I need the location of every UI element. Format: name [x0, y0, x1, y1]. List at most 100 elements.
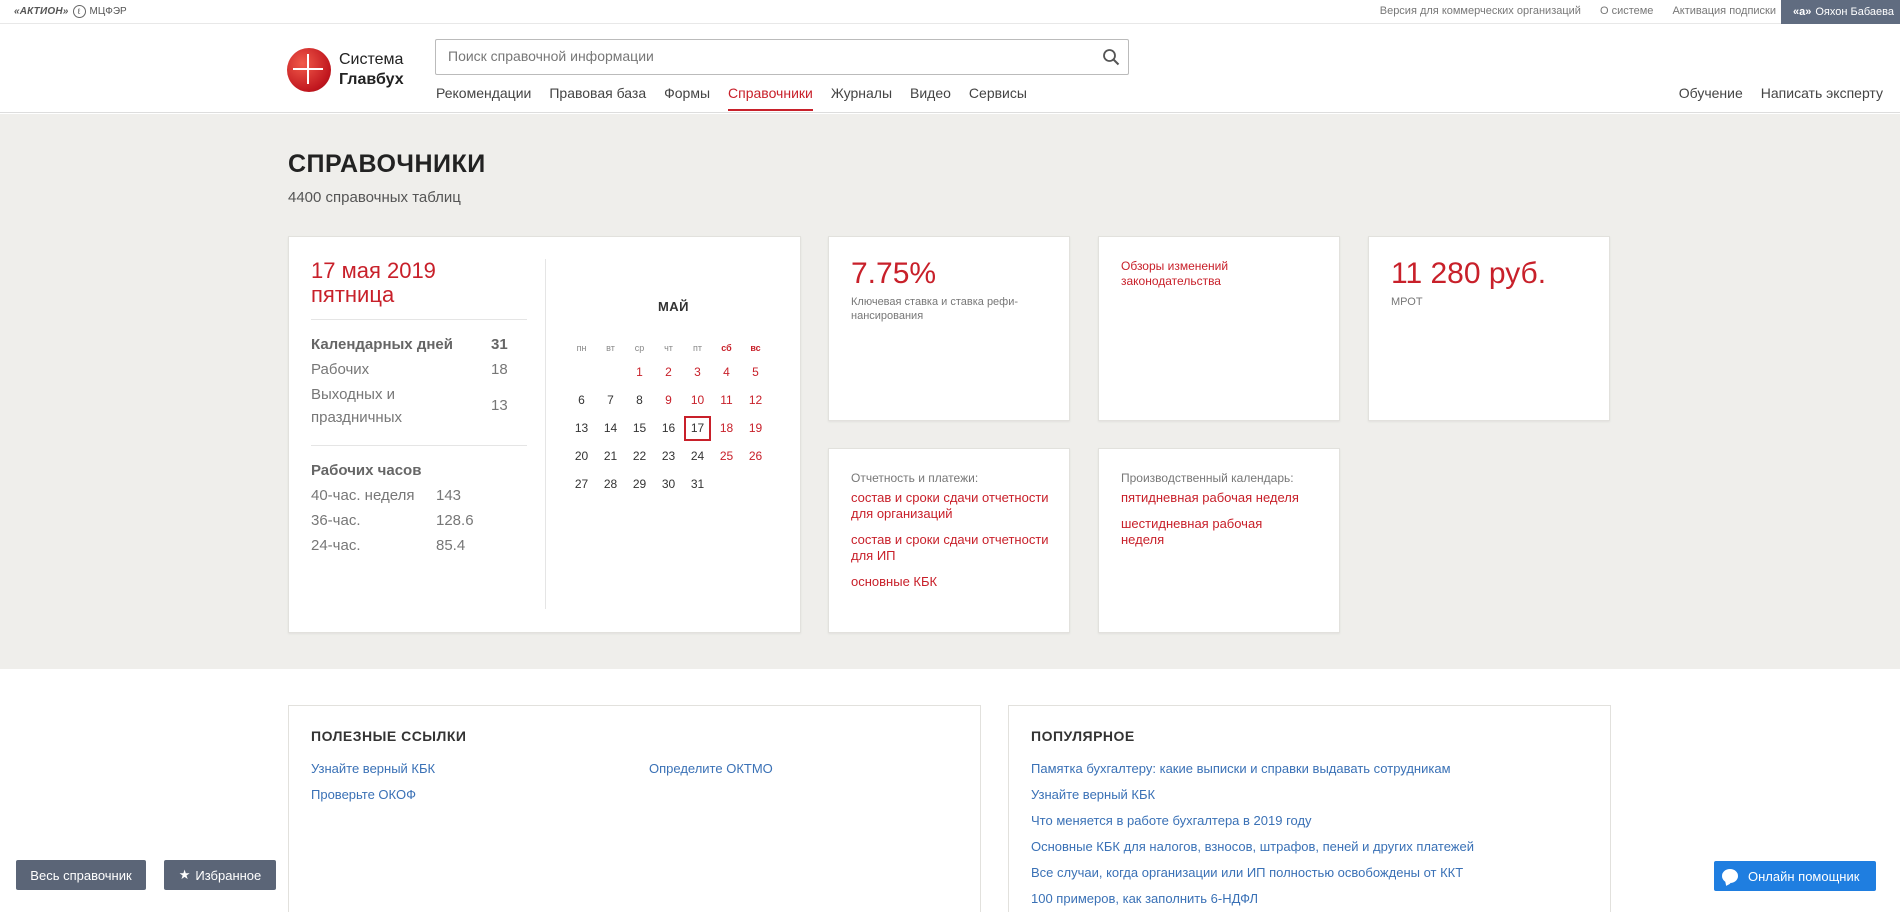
online-assistant-button[interactable]: Онлайн помощник	[1714, 861, 1876, 891]
calendar-day[interactable]: 20	[567, 443, 596, 471]
calendar-day[interactable]: 30	[654, 471, 683, 499]
search-icon[interactable]	[1102, 48, 1120, 66]
aktion-brand[interactable]: «АКТИОН» ℓ МЦФЭР	[14, 5, 127, 18]
calendar-day[interactable]: 26	[741, 443, 770, 471]
calendar-day[interactable]: 15	[625, 415, 654, 443]
hours-value: 128.6	[436, 512, 474, 529]
five-day-week-link[interactable]: пятидневная рабочая неделя	[1121, 490, 1321, 506]
current-date-weekday: пятница	[311, 282, 395, 307]
nav-video[interactable]: Видео	[910, 85, 951, 111]
popular-link[interactable]: 100 примеров, как заполнить 6-НДФЛ	[1031, 886, 1601, 912]
main-kbk-link[interactable]: основные КБК	[851, 574, 1056, 590]
calendar-day[interactable]: 5	[741, 359, 770, 387]
about-system-link[interactable]: О системе	[1600, 5, 1653, 17]
calendar-day[interactable]: 10	[683, 387, 712, 415]
calendar-week: 12345	[567, 359, 770, 387]
law-reviews-link[interactable]: Обзоры изменений законодательства	[1121, 259, 1301, 289]
nav-recommendations[interactable]: Рекомендации	[436, 85, 531, 111]
calendar-day[interactable]: 16	[654, 415, 683, 443]
calendar-today[interactable]: 17	[684, 416, 711, 441]
calendar-day[interactable]: 28	[596, 471, 625, 499]
key-rate-value: 7.75%	[851, 257, 937, 290]
calendar-day[interactable]: 2	[654, 359, 683, 387]
favorites-label: Избранное	[195, 867, 262, 883]
calendar-days-value: 31	[491, 336, 508, 353]
oktmo-link[interactable]: Определите ОКТМО	[649, 756, 773, 782]
six-day-week-link[interactable]: шестидневная рабочая неделя	[1121, 516, 1271, 548]
nav-training[interactable]: Обучение	[1679, 85, 1743, 109]
weekday-label: вт	[606, 343, 615, 353]
calendar-day[interactable]: 18	[712, 415, 741, 443]
calendar-day[interactable]: 22	[625, 443, 654, 471]
weekday-label: чт	[664, 343, 673, 353]
nav-journals[interactable]: Журналы	[831, 85, 892, 111]
weekday-label: ср	[634, 343, 645, 353]
holidays-value: 13	[491, 397, 508, 414]
search-input[interactable]	[448, 48, 1088, 64]
popular-link[interactable]: Все случаи, когда организации или ИП пол…	[1031, 860, 1601, 886]
nav-services[interactable]: Сервисы	[969, 85, 1027, 111]
calendar-day[interactable]: 24	[683, 443, 712, 471]
key-rate-card[interactable]: 7.75% Ключевая ставка и ставка рефи-нанс…	[828, 236, 1070, 421]
popular-link[interactable]: Узнайте верный КБК	[1031, 782, 1601, 808]
search-box	[435, 39, 1129, 75]
aktion-logo: «АКТИОН»	[14, 6, 69, 17]
nav-legal-base[interactable]: Правовая база	[549, 85, 646, 111]
useful-links-title: ПОЛЕЗНЫЕ ССЫЛКИ	[311, 728, 467, 744]
calendar-day[interactable]: 11	[712, 387, 741, 415]
popular-panel: ПОПУЛЯРНОЕ Памятка бухгалтеру: какие вып…	[1008, 705, 1611, 912]
logo-line-2: Главбух	[339, 71, 404, 88]
law-reviews-card: Обзоры изменений законодательства	[1098, 236, 1340, 421]
all-reference-button[interactable]: Весь справочник	[16, 860, 146, 890]
calendar-day[interactable]: 6	[567, 387, 596, 415]
calendar-day[interactable]: 23	[654, 443, 683, 471]
aktion-user-icon: «а»	[1793, 6, 1812, 18]
reports-org-link[interactable]: состав и сроки сдачи отчетности для орга…	[851, 490, 1056, 522]
calendar-day[interactable]: 19	[741, 415, 770, 443]
activate-subscription-link[interactable]: Активация подписки	[1672, 5, 1776, 17]
logo-line-1: Система	[339, 51, 404, 68]
calendar-day[interactable]: 4	[712, 359, 741, 387]
calendar-day[interactable]: 31	[683, 471, 712, 499]
holidays-label: Выходных и праздничных	[311, 386, 402, 426]
calendar-day[interactable]: 12	[741, 387, 770, 415]
popular-link[interactable]: Что меняется в работе бухгалтера в 2019 …	[1031, 808, 1601, 834]
calendar-day[interactable]: 14	[596, 415, 625, 443]
nav-forms[interactable]: Формы	[664, 85, 710, 111]
glavbukh-logo[interactable]: Система Главбух	[287, 48, 404, 92]
user-account-button[interactable]: «а» Ояхон Бабаева	[1781, 0, 1900, 24]
hours-row: 36-час. 128.6	[311, 509, 481, 532]
calendar-day[interactable]: 21	[596, 443, 625, 471]
reports-ip-link[interactable]: состав и сроки сдачи отчетности для ИП	[851, 532, 1056, 564]
nav-ask-expert[interactable]: Написать эксперту	[1761, 85, 1883, 109]
date-calendar-card: 17 мая 2019 пятница Календарных дней 31 …	[288, 236, 801, 633]
calendar-day[interactable]: 1	[625, 359, 654, 387]
calendar-day[interactable]: 9	[654, 387, 683, 415]
calendar-day[interactable]: 27	[567, 471, 596, 499]
hours-value: 85.4	[436, 537, 466, 554]
month-calendar: пн вт ср чт пт сб вс 1 2 3 4 5 6 7 8 9 10 11 12 13 14 15 16 17…	[567, 337, 770, 499]
key-rate-label: Ключевая ставка и ставка рефи-нансирован…	[851, 296, 1019, 322]
logo-text: Система Главбух	[339, 50, 404, 90]
mrot-card[interactable]: 11 280 руб. МРОТ	[1368, 236, 1610, 421]
working-days-label: Рабочих	[311, 361, 370, 378]
hours-label: 24-час.	[311, 537, 361, 554]
calendar-day[interactable]: 13	[567, 415, 596, 443]
commercial-version-link[interactable]: Версия для коммерческих организаций	[1380, 5, 1581, 17]
nav-reference[interactable]: Справочники	[728, 85, 813, 111]
calendar-day[interactable]: 7	[596, 387, 625, 415]
calendar-day[interactable]: 3	[683, 359, 712, 387]
calendar-day[interactable]: 25	[712, 443, 741, 471]
calendar-day[interactable]: 8	[625, 387, 654, 415]
calendar-week: 27 28 29 30 31	[567, 471, 770, 499]
favorites-button[interactable]: ★ Избранное	[164, 860, 276, 890]
mrot-value: 11 280 руб.	[1391, 257, 1547, 290]
divider	[311, 319, 527, 320]
calendar-days-row: Календарных дней 31	[311, 333, 511, 356]
popular-link[interactable]: Основные КБК для налогов, взносов, штраф…	[1031, 834, 1601, 860]
okof-link[interactable]: Проверьте ОКОФ	[311, 782, 435, 808]
kbk-link[interactable]: Узнайте верный КБК	[311, 756, 435, 782]
calendar-day[interactable]: 29	[625, 471, 654, 499]
popular-link[interactable]: Памятка бухгалтеру: какие выписки и спра…	[1031, 756, 1601, 782]
popular-title: ПОПУЛЯРНОЕ	[1031, 728, 1135, 744]
